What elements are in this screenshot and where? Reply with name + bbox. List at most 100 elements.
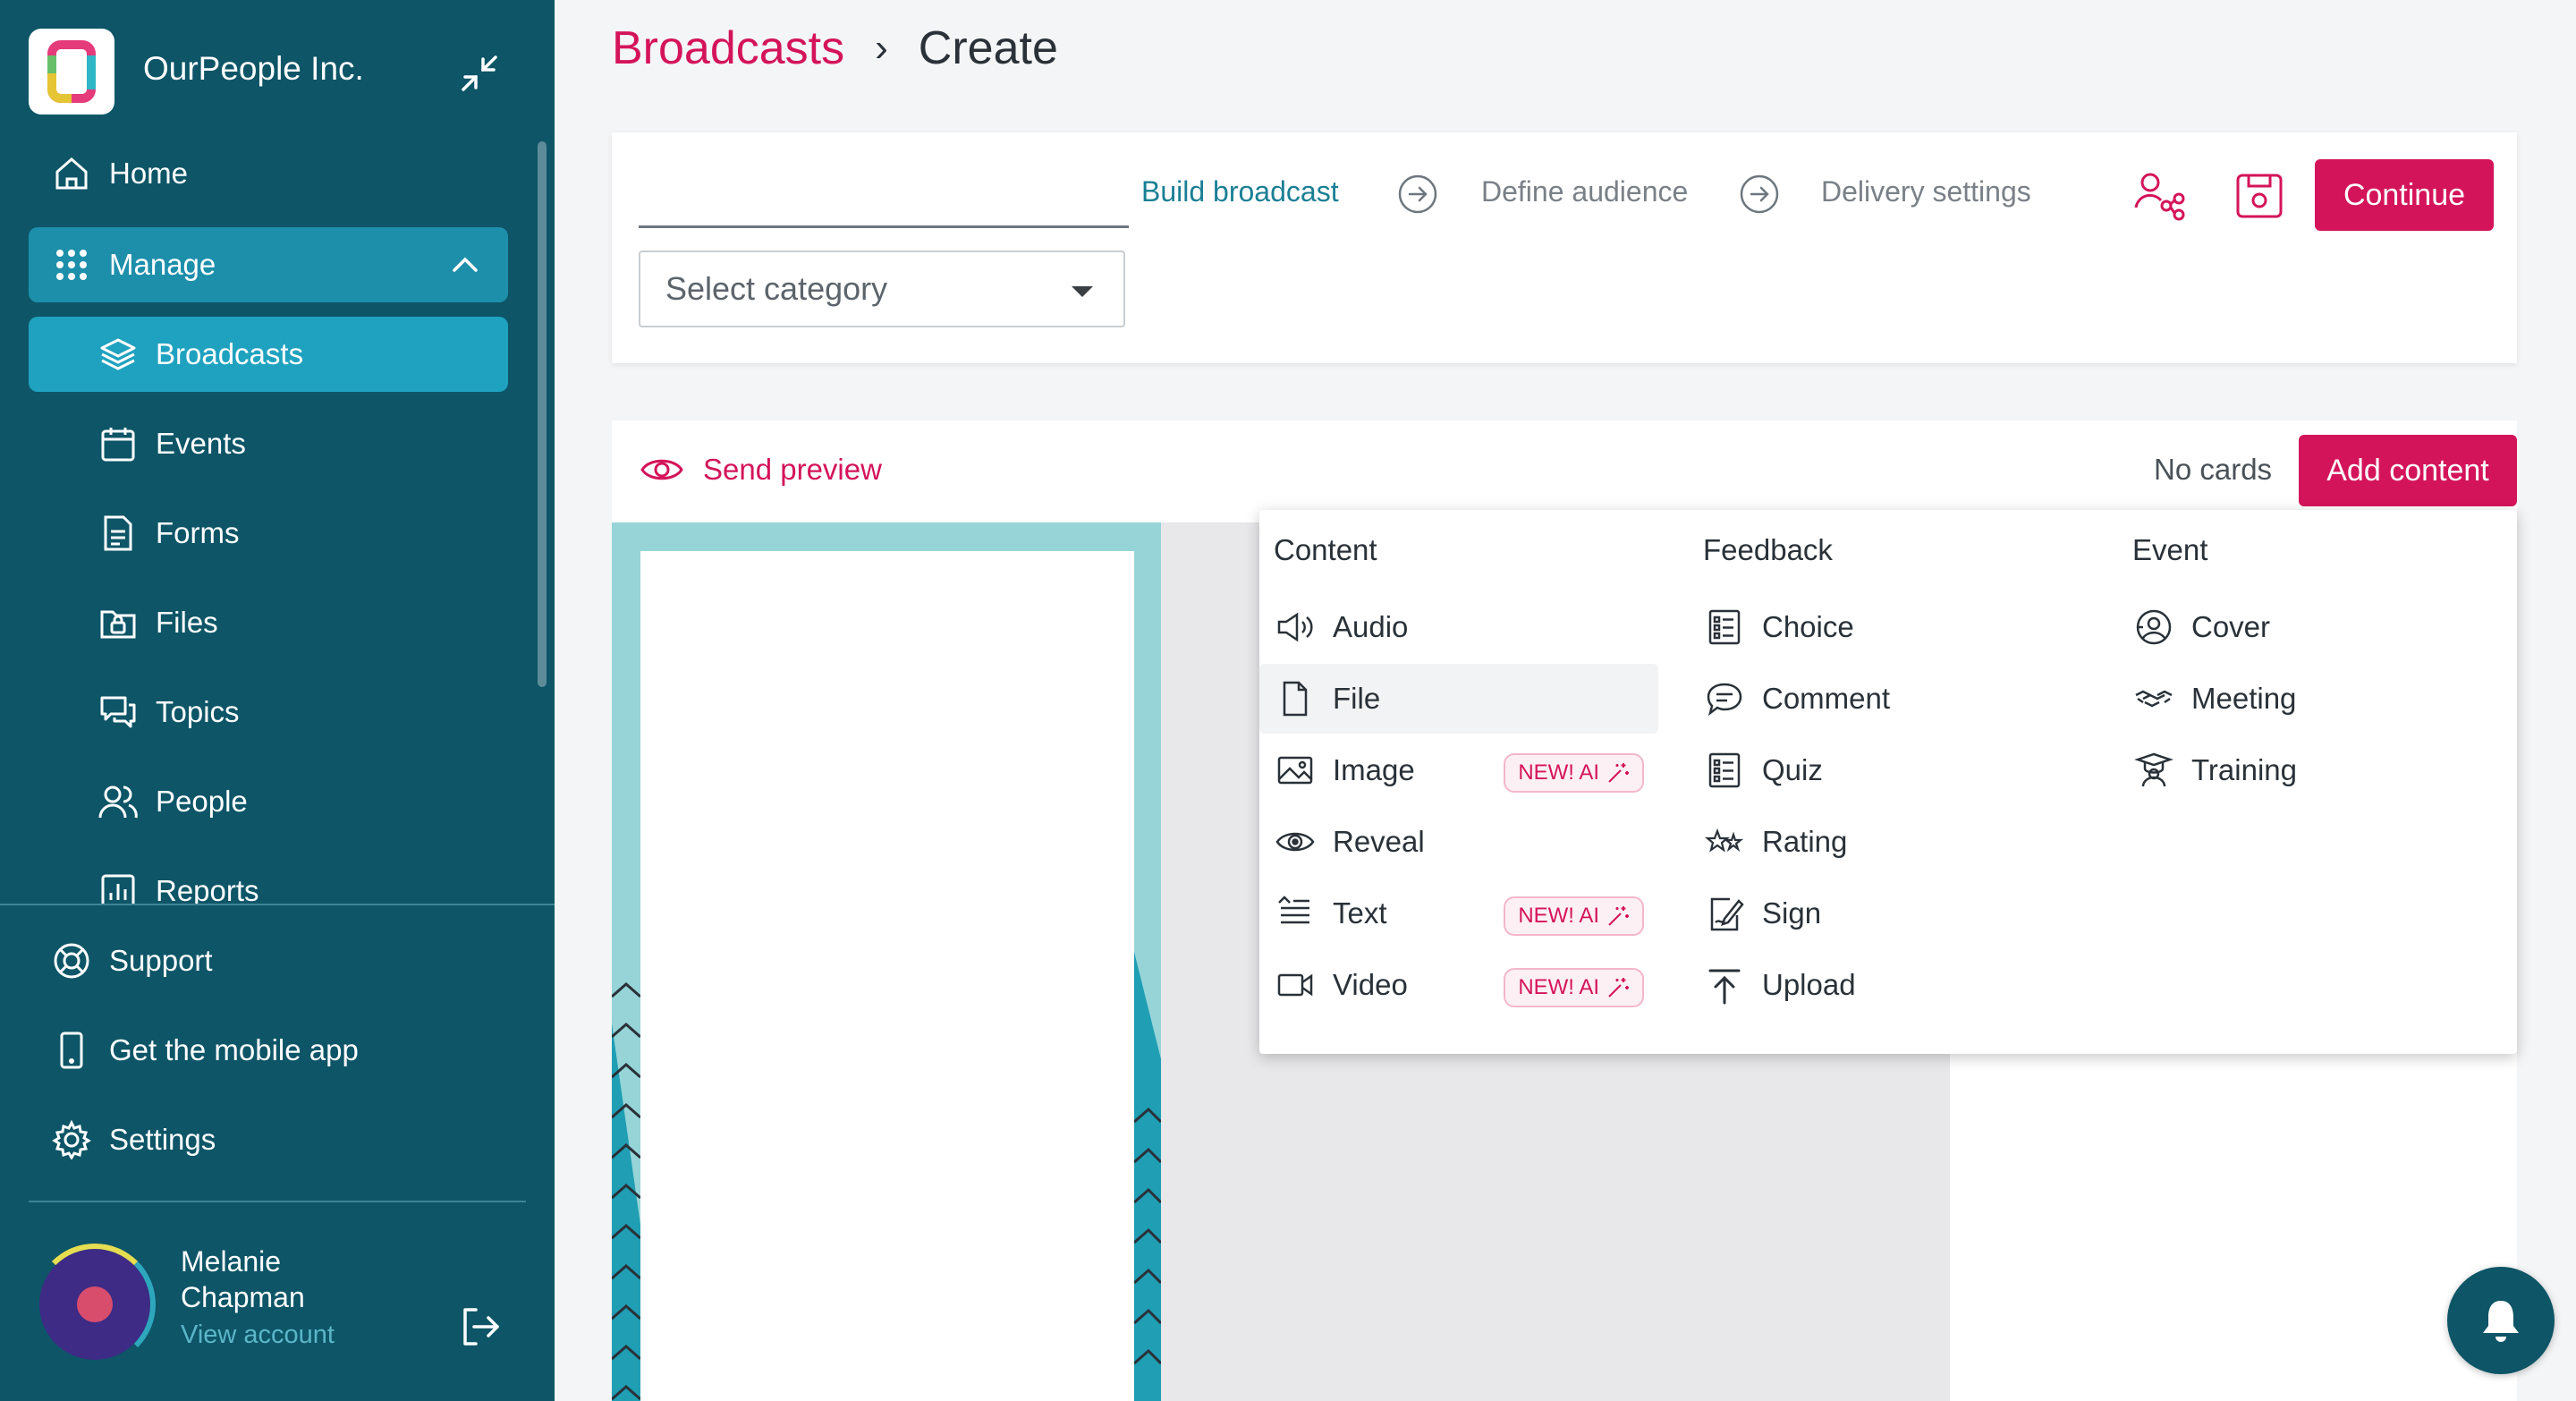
- menu-item-label: Upload: [1762, 968, 1856, 1001]
- phone-icon: [60, 1032, 83, 1069]
- menu-item-label: Text: [1333, 896, 1387, 930]
- menu-item-label: Rating: [1762, 825, 1848, 858]
- video-icon: [1277, 973, 1313, 997]
- calendar-icon: [101, 428, 135, 462]
- cover-icon: [2136, 609, 2172, 645]
- sign-icon: [1710, 897, 1744, 931]
- sidebar-item-support[interactable]: Support: [29, 923, 508, 998]
- send-preview-button[interactable]: Send preview: [640, 453, 882, 487]
- sidebar-item-events[interactable]: Events: [29, 406, 508, 481]
- sidebar-item-label: Forms: [156, 516, 240, 549]
- logout-icon[interactable]: [458, 1304, 503, 1349]
- folder-lock-icon: [100, 610, 136, 639]
- sidebar-item-label: People: [156, 785, 248, 818]
- chat-bubbles-icon: [100, 696, 136, 728]
- menu-item-choice[interactable]: Choice: [1689, 592, 2088, 662]
- menu-item-label: Quiz: [1762, 753, 1823, 786]
- menu-item-label: Video: [1333, 968, 1408, 1001]
- menu-item-file[interactable]: File: [1259, 664, 1658, 734]
- lifebuoy-icon: [54, 943, 89, 979]
- magic-wand-icon: [1608, 978, 1629, 998]
- file-icon: [1283, 681, 1308, 717]
- menu-item-audio[interactable]: Audio: [1259, 592, 1658, 662]
- sidebar-item-label: Events: [156, 427, 246, 460]
- avatar[interactable]: [34, 1244, 156, 1365]
- eye-icon: [640, 459, 683, 480]
- menu-item-label: Reveal: [1333, 825, 1425, 858]
- step-build-broadcast[interactable]: Build broadcast: [1141, 175, 1339, 208]
- broadcast-header-card: Select category Build broadcast Define a…: [612, 132, 2517, 363]
- app-logo[interactable]: [29, 29, 114, 115]
- divider: [29, 1201, 526, 1202]
- menu-item-label: Meeting: [2191, 682, 2297, 715]
- menu-item-quiz[interactable]: Quiz: [1689, 735, 2088, 805]
- magic-wand-icon: [1608, 906, 1629, 926]
- notifications-button[interactable]: [2447, 1267, 2555, 1374]
- menu-item-training[interactable]: Training: [2118, 735, 2503, 805]
- menu-item-text[interactable]: Text NEW! AI: [1259, 879, 1658, 948]
- caret-down-icon: [1072, 286, 1093, 297]
- sidebar-item-mobile-app[interactable]: Get the mobile app: [29, 1013, 508, 1088]
- chevron-up-icon: [453, 257, 478, 272]
- sidebar-scrollbar[interactable]: [538, 141, 547, 687]
- menu-item-rating[interactable]: Rating: [1689, 807, 2088, 877]
- menu-item-meeting[interactable]: Meeting: [2118, 664, 2503, 734]
- sidebar-item-settings[interactable]: Settings: [29, 1102, 508, 1177]
- page-title: Create: [918, 22, 1058, 74]
- card-count: No cards: [2154, 453, 2273, 486]
- new-ai-badge: NEW! AI: [1504, 896, 1644, 936]
- sidebar-item-manage[interactable]: Manage: [29, 227, 508, 302]
- star-icon: [1705, 828, 1744, 853]
- menu-item-cover[interactable]: Cover: [2118, 592, 2503, 662]
- menu-item-reveal[interactable]: Reveal: [1259, 807, 1658, 877]
- badge-text: NEW! AI: [1518, 760, 1599, 785]
- home-icon: [55, 157, 88, 190]
- meeting-icon: [2135, 690, 2173, 708]
- badge-text: NEW! AI: [1518, 904, 1599, 928]
- sidebar-item-home[interactable]: Home: [29, 136, 508, 211]
- magic-wand-icon: [1608, 763, 1629, 783]
- menu-item-video[interactable]: Video NEW! AI: [1259, 950, 1658, 1020]
- sidebar-item-label: Settings: [109, 1123, 216, 1156]
- collapse-sidebar-icon[interactable]: [456, 50, 503, 97]
- org-name: OurPeople Inc.: [143, 50, 364, 87]
- menu-item-label: Cover: [2191, 610, 2271, 643]
- menu-item-label: File: [1333, 682, 1381, 715]
- category-placeholder: Select category: [665, 270, 888, 307]
- avatar-dot: [77, 1286, 113, 1322]
- badge-text: NEW! AI: [1518, 975, 1599, 999]
- add-content-button[interactable]: Add content: [2299, 435, 2517, 506]
- menu-heading-event: Event: [2132, 533, 2208, 566]
- sidebar-item-people[interactable]: People: [29, 764, 508, 839]
- text-icon: [1278, 896, 1309, 924]
- menu-item-upload[interactable]: Upload: [1689, 950, 2088, 1020]
- new-ai-badge: NEW! AI: [1504, 968, 1644, 1007]
- breadcrumb-broadcasts[interactable]: Broadcasts: [612, 21, 844, 75]
- sidebar-item-topics[interactable]: Topics: [29, 675, 508, 750]
- step-delivery-settings[interactable]: Delivery settings: [1821, 175, 2031, 208]
- menu-item-label: Training: [2191, 753, 2297, 786]
- category-select[interactable]: Select category: [639, 250, 1125, 327]
- layers-icon: [100, 338, 136, 370]
- audience-share-icon[interactable]: [2132, 168, 2186, 222]
- save-icon[interactable]: [2233, 168, 2286, 222]
- continue-button[interactable]: Continue: [2315, 159, 2494, 231]
- menu-item-label: Audio: [1333, 610, 1409, 643]
- broadcast-title-input[interactable]: [639, 183, 1129, 228]
- sidebar-item-label: Get the mobile app: [109, 1033, 359, 1066]
- sidebar-item-forms[interactable]: Forms: [29, 496, 508, 571]
- comment-icon: [1707, 683, 1742, 717]
- sidebar-item-files[interactable]: Files: [29, 585, 508, 660]
- view-account-link[interactable]: View account: [181, 1320, 335, 1350]
- sidebar-item-label: Files: [156, 606, 218, 639]
- send-preview-label: Send preview: [703, 453, 882, 486]
- menu-item-image[interactable]: Image NEW! AI: [1259, 735, 1658, 805]
- menu-item-sign[interactable]: Sign: [1689, 879, 2088, 948]
- menu-heading-feedback: Feedback: [1703, 533, 1833, 566]
- image-icon: [1277, 756, 1313, 785]
- step-define-audience[interactable]: Define audience: [1481, 175, 1688, 208]
- menu-item-comment[interactable]: Comment: [1689, 664, 2088, 734]
- sidebar-item-broadcasts[interactable]: Broadcasts: [29, 317, 508, 392]
- arrow-circle-icon: [1398, 174, 1437, 214]
- people-icon: [98, 785, 138, 819]
